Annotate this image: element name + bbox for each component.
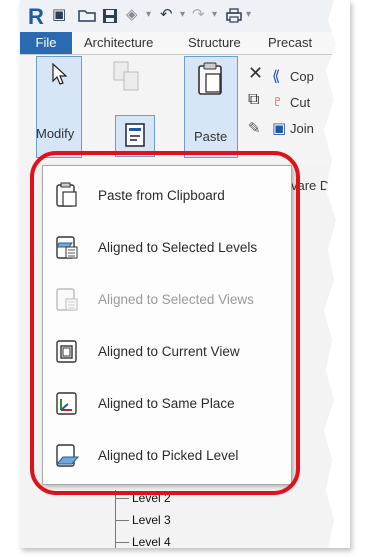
ribbon-panel: Modify Paste ✕ ⧉ ✎ ⟪ Cop ♇ Cut ▣ Join bbox=[20, 55, 350, 165]
save-icon[interactable] bbox=[102, 8, 118, 23]
redo-icon[interactable]: ↷ bbox=[192, 7, 208, 22]
sync-icon[interactable]: ◈ bbox=[126, 7, 142, 22]
undo-icon[interactable]: ↶ bbox=[160, 7, 176, 22]
cut-scissors-icon[interactable]: ✕ bbox=[248, 63, 263, 84]
tab-structure[interactable]: Structure bbox=[188, 35, 241, 50]
cope-button-label[interactable]: Cop bbox=[290, 69, 314, 84]
tab-architecture[interactable]: Architecture bbox=[84, 35, 153, 50]
clipboard-icon bbox=[198, 62, 222, 95]
match-type-icon[interactable]: ✎ bbox=[248, 119, 261, 137]
open-folder-icon[interactable] bbox=[78, 8, 96, 22]
paste-label: Paste bbox=[194, 129, 228, 144]
modify-label: Modify bbox=[36, 126, 75, 141]
join-label[interactable]: Join bbox=[290, 121, 314, 136]
match-properties-icon bbox=[125, 123, 145, 147]
torn-edge-decoration bbox=[324, 0, 350, 548]
cut-geometry-icon: ♇ bbox=[272, 93, 284, 110]
modify-button[interactable]: Modify bbox=[36, 56, 82, 158]
tree-stub bbox=[115, 542, 129, 543]
project-menu-icon[interactable]: ▣ bbox=[52, 7, 68, 22]
tab-precast[interactable]: Precast bbox=[268, 35, 312, 50]
tree-item-level-4[interactable]: Level 4 bbox=[132, 535, 171, 548]
copy-to-clipboard-icon[interactable]: ⧉ bbox=[248, 91, 259, 109]
cursor-arrow-icon bbox=[52, 63, 67, 85]
print-dropdown-icon[interactable]: ▾ bbox=[246, 8, 262, 22]
highlight-annotation-ring bbox=[30, 151, 300, 495]
join-icon: ▣ bbox=[272, 120, 287, 137]
tree-stub bbox=[115, 498, 129, 499]
print-icon[interactable] bbox=[226, 8, 242, 23]
tree-item-level-3[interactable]: Level 3 bbox=[132, 513, 171, 527]
tree-stub bbox=[115, 520, 129, 521]
cope-icon: ⟪ bbox=[272, 68, 281, 85]
cut-geometry-label[interactable]: Cut bbox=[290, 95, 310, 110]
app-logo[interactable]: R bbox=[28, 4, 44, 30]
select-group-icon[interactable] bbox=[112, 60, 142, 94]
paste-button[interactable]: Paste bbox=[184, 56, 238, 158]
tab-file[interactable]: File bbox=[20, 32, 72, 54]
quick-access-toolbar: R ▣ ◈ ▾ ↶ ▾ ↷ ▾ ▾ bbox=[20, 0, 350, 32]
revit-window: R ▣ ◈ ▾ ↶ ▾ ↷ ▾ ▾ File Architecture Stru… bbox=[20, 0, 350, 548]
ribbon-tabs: File Architecture Structure Precast bbox=[20, 32, 350, 55]
